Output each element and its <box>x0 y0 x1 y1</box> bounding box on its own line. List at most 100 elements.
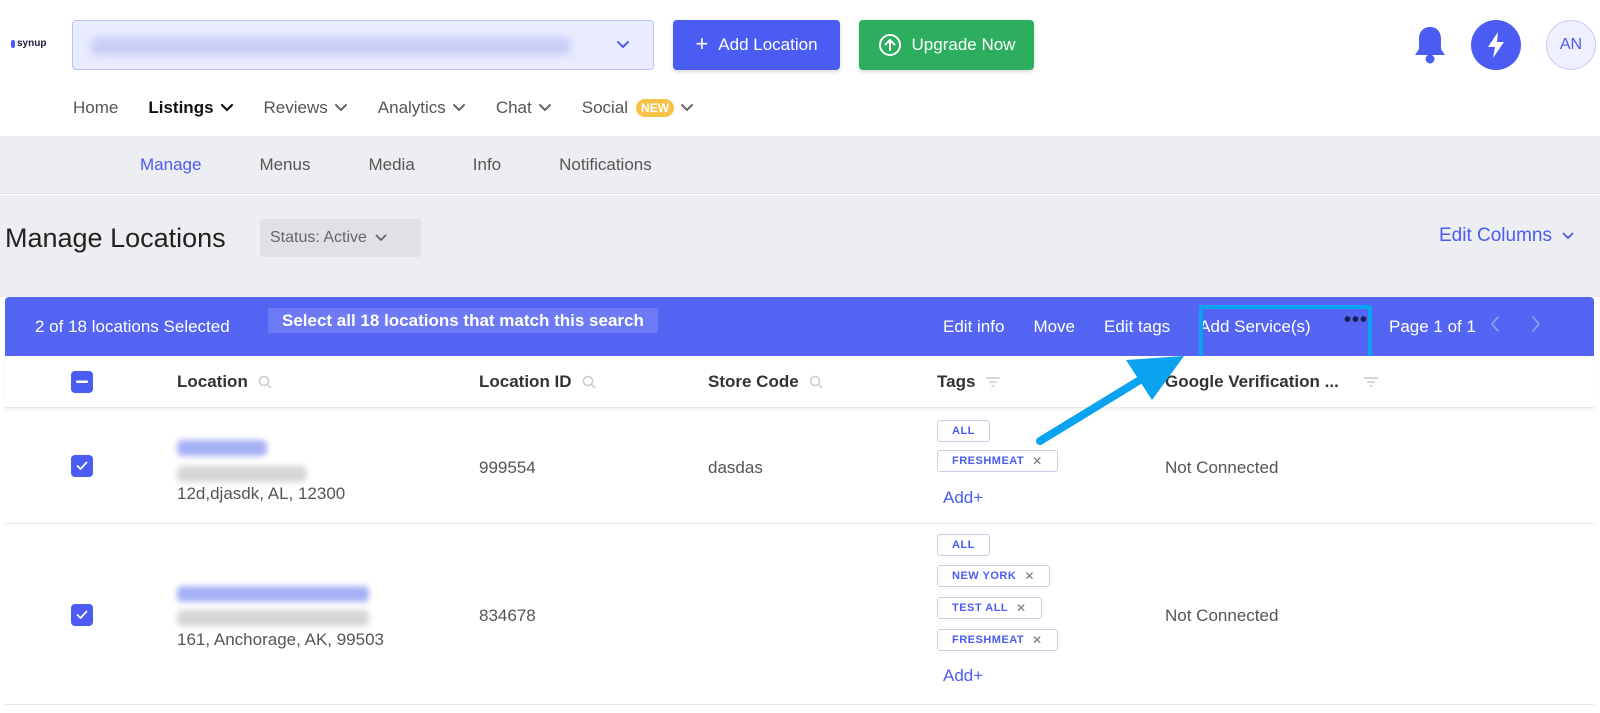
status-filter-label: Status: Active <box>270 229 367 246</box>
chevron-down-icon <box>1562 232 1574 240</box>
row-checkbox[interactable] <box>71 455 93 477</box>
column-header-store-code[interactable]: Store Code <box>708 372 823 392</box>
nav-item-label: Social <box>581 98 629 117</box>
add-location-label: Add Location <box>718 35 818 54</box>
add-location-button[interactable]: + Add Location <box>673 20 840 70</box>
location-id: 999554 <box>479 458 536 477</box>
quick-actions-button[interactable] <box>1471 20 1521 70</box>
column-label: Location ID <box>479 372 572 391</box>
row-checkbox[interactable] <box>71 604 93 626</box>
column-header-google-verification[interactable]: Google Verification ... <box>1165 372 1379 392</box>
remove-tag-icon[interactable]: ✕ <box>1024 569 1035 583</box>
tag-label: TEST ALL <box>952 602 1009 614</box>
tab-info[interactable]: Info <box>473 155 501 175</box>
location-address: 12d,djasdk, AL, 12300 <box>177 484 346 503</box>
location-address: 161, Anchorage, AK, 99503 <box>177 630 385 649</box>
notifications-bell-icon[interactable] <box>1413 24 1447 71</box>
upgrade-now-button[interactable]: Upgrade Now <box>859 20 1034 70</box>
nav-item-reviews[interactable]: Reviews <box>264 98 348 118</box>
tag-label: ALL <box>952 425 975 437</box>
remove-tag-icon[interactable]: ✕ <box>1016 601 1027 615</box>
user-avatar[interactable]: AN <box>1546 20 1596 70</box>
selection-count: 2 of 18 locations Selected <box>35 317 230 336</box>
checkmark-icon <box>76 610 88 619</box>
arrow-up-circle-icon <box>878 34 901 56</box>
nav-item-label: Home <box>73 98 119 117</box>
chevron-down-icon <box>681 104 694 112</box>
column-header-location-id[interactable]: Location ID <box>479 372 596 392</box>
remove-tag-icon[interactable]: ✕ <box>1032 454 1043 468</box>
store-code: dasdas <box>708 458 763 477</box>
filter-icon[interactable] <box>985 376 1001 388</box>
search-icon[interactable] <box>258 375 272 389</box>
tag-chip: TEST ALL ✕ <box>937 597 1042 619</box>
minus-icon <box>76 380 88 383</box>
remove-tag-icon[interactable]: ✕ <box>1032 633 1043 647</box>
account-selector[interactable] <box>72 20 654 70</box>
pagination-text: Page 1 of 1 <box>1389 317 1476 336</box>
tag-chip: ALL <box>937 420 990 442</box>
location-name-blurred[interactable] <box>177 440 267 456</box>
main-nav: Home Listings Reviews Analytics Chat Soc… <box>73 96 724 120</box>
nav-item-label: Chat <box>495 98 532 117</box>
select-all-matching-button[interactable]: Select all 18 locations that match this … <box>268 308 658 333</box>
column-label: Tags <box>937 372 976 391</box>
sub-nav: Manage Menus Media Info Notifications <box>0 136 1600 194</box>
tab-notifications[interactable]: Notifications <box>559 155 652 175</box>
location-id: 834678 <box>479 606 536 625</box>
column-header-location[interactable]: Location <box>177 372 272 392</box>
top-header: synup + Add Location Upgrade Now AN Home <box>0 0 1600 136</box>
synup-logo[interactable]: synup <box>11 38 46 49</box>
edit-columns-button[interactable]: Edit Columns <box>1439 225 1574 247</box>
account-selector-value-blurred <box>91 37 571 55</box>
page-header: Manage Locations Status: Active Edit Col… <box>0 195 1600 297</box>
add-tag-link[interactable]: Add+ <box>943 488 983 508</box>
column-label: Google Verification ... <box>1165 372 1339 391</box>
nav-item-analytics[interactable]: Analytics <box>378 98 466 118</box>
nav-item-home[interactable]: Home <box>73 98 118 118</box>
chevron-left-icon[interactable] <box>1489 315 1501 333</box>
nav-item-label: Analytics <box>377 98 446 117</box>
tab-menus[interactable]: Menus <box>259 155 310 175</box>
tag-label: ALL <box>952 539 975 551</box>
column-header-tags[interactable]: Tags <box>937 372 1001 392</box>
lightning-bolt-icon <box>1488 32 1504 58</box>
select-all-checkbox[interactable] <box>71 371 93 393</box>
location-name-blurred[interactable] <box>177 586 369 602</box>
tag-label: FRESHMEAT <box>952 455 1025 467</box>
table-row[interactable]: 161, Anchorage, AK, 99503 834678 ALL NEW… <box>5 524 1594 705</box>
add-tag-link[interactable]: Add+ <box>943 666 983 686</box>
edit-info-action[interactable]: Edit info <box>943 317 1004 337</box>
tag-chip: FRESHMEAT ✕ <box>937 450 1058 472</box>
chevron-down-icon <box>334 104 347 112</box>
nav-item-label: Reviews <box>263 98 328 117</box>
chevron-down-icon <box>617 41 629 48</box>
tab-media[interactable]: Media <box>368 155 414 175</box>
chevron-down-icon <box>220 103 233 112</box>
edit-columns-label: Edit Columns <box>1439 225 1552 246</box>
status-filter-dropdown[interactable]: Status: Active <box>260 219 421 257</box>
filter-icon[interactable] <box>1363 376 1379 388</box>
nav-item-listings[interactable]: Listings <box>148 98 233 118</box>
tab-manage[interactable]: Manage <box>140 155 201 175</box>
chevron-down-icon <box>375 234 387 242</box>
location-street-blurred <box>177 466 307 482</box>
nav-item-social[interactable]: Social NEW <box>582 98 694 118</box>
chevron-down-icon <box>538 104 551 112</box>
column-label: Store Code <box>708 372 799 391</box>
nav-item-chat[interactable]: Chat <box>496 98 552 118</box>
checkmark-icon <box>76 461 88 470</box>
search-icon[interactable] <box>809 375 823 389</box>
column-label: Location <box>177 372 248 391</box>
table-header: Location Location ID Store Code Tags Goo… <box>5 356 1594 408</box>
table-row[interactable]: 12d,djasdk, AL, 12300 999554 dasdas ALL … <box>5 408 1594 524</box>
search-icon[interactable] <box>582 375 596 389</box>
upgrade-now-label: Upgrade Now <box>911 35 1016 54</box>
nav-item-label: Listings <box>148 98 214 117</box>
chevron-right-icon[interactable] <box>1530 315 1542 333</box>
move-action[interactable]: Move <box>1033 317 1075 337</box>
chevron-down-icon <box>452 104 465 112</box>
page-title: Manage Locations <box>5 223 226 253</box>
edit-tags-action[interactable]: Edit tags <box>1104 317 1170 337</box>
tag-chip: NEW YORK ✕ <box>937 565 1050 587</box>
